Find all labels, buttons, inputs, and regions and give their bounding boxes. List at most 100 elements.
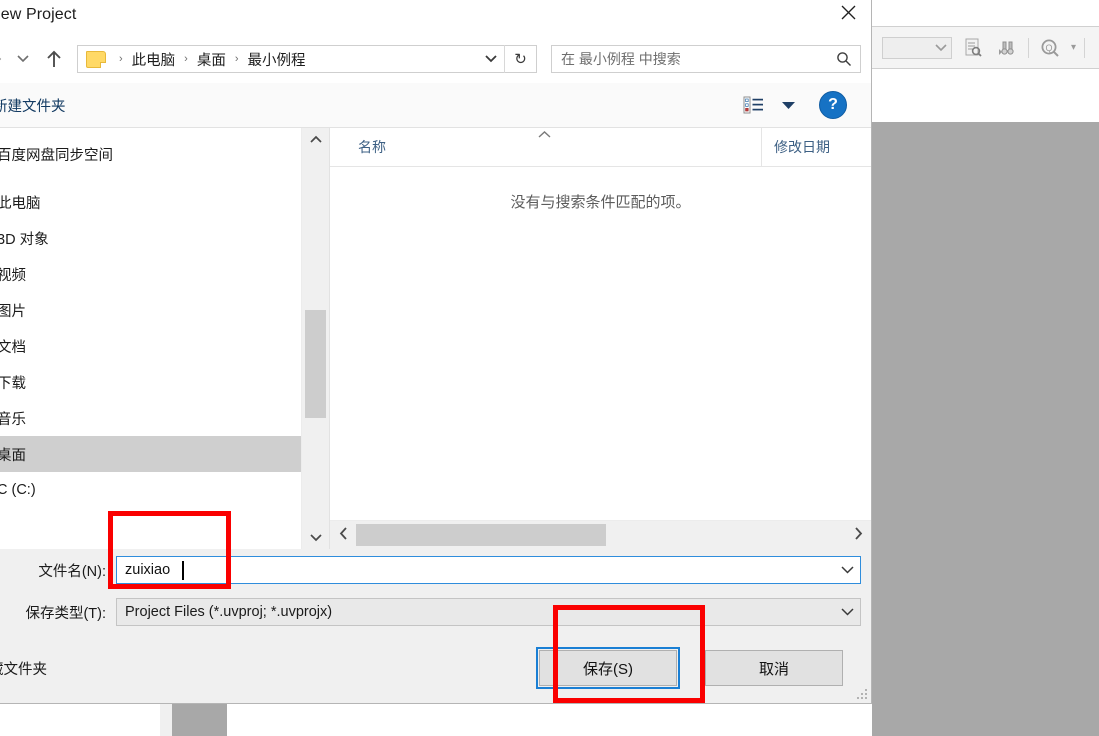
chevron-right-icon [854, 527, 862, 540]
column-header-date[interactable]: 修改日期 [761, 128, 871, 166]
dialog-titlebar: eate New Project [0, 0, 871, 35]
breadcrumb-item-1[interactable]: 桌面 [195, 49, 228, 70]
empty-list-message: 没有与搜索条件匹配的项。 [510, 194, 691, 211]
sidebar-item-label: C (C:) [0, 482, 36, 498]
filename-combo[interactable] [116, 556, 861, 584]
chevron-down-icon [485, 55, 497, 63]
refresh-icon: ↻ [514, 51, 527, 68]
file-list-horizontal-scrollbar[interactable] [330, 520, 871, 549]
document-search-icon[interactable] [960, 35, 986, 61]
search-icon[interactable] [828, 51, 860, 67]
recent-locations-button[interactable] [9, 42, 37, 76]
list-view-icon[interactable] [737, 96, 771, 114]
filetype-label: 保存类型(T): [25, 605, 106, 622]
sidebar-item-3d-objects[interactable]: 3D 对象 [0, 220, 301, 256]
sidebar-item-drive-c[interactable]: C (C:) [0, 472, 301, 508]
filetype-dropdown-button[interactable] [834, 608, 860, 616]
chevron-down-icon [309, 534, 322, 542]
background-panel-divider[interactable] [160, 703, 172, 736]
create-new-project-dialog: eate New Project [0, 0, 872, 704]
column-header-name[interactable]: 名称 [330, 128, 761, 166]
svg-text:Q: Q [1045, 43, 1052, 53]
hscroll-thumb[interactable] [356, 524, 606, 546]
navigation-bar: › 此电脑 › 桌面 › 最小例程 ↻ [0, 35, 871, 83]
background-bottom-workspace [172, 703, 227, 736]
dialog-body: 百度网盘同步空间 此电脑 3D 对象 视频 图片 文档 下载 音乐 桌面 C (… [0, 128, 871, 549]
chevron-down-icon [840, 566, 854, 574]
arrow-up-icon [47, 50, 61, 67]
sidebar-item-downloads[interactable]: 下载 [0, 364, 301, 400]
text-cursor [182, 561, 184, 580]
chevron-down-icon [17, 55, 29, 63]
forward-button[interactable] [0, 42, 9, 76]
debug-binoculars-icon[interactable] [994, 35, 1020, 61]
folder-tree[interactable]: 百度网盘同步空间 此电脑 3D 对象 视频 图片 文档 下载 音乐 桌面 C (… [0, 128, 301, 549]
view-options-dropdown-button[interactable] [771, 101, 805, 110]
scroll-down-button[interactable] [302, 527, 329, 549]
magnifier-dropdown-caret[interactable]: ▾ [1071, 42, 1076, 53]
save-button[interactable]: 保存(S) [536, 647, 680, 689]
breadcrumb-separator-1: › [184, 53, 188, 65]
hide-folders-button[interactable]: 藏文件夹 [0, 658, 47, 679]
up-button[interactable] [37, 42, 71, 76]
dialog-button-row: 藏文件夹 保存(S) 取消 [0, 633, 871, 703]
toolbar-separator [1028, 37, 1029, 58]
dialog-title: eate New Project [0, 6, 77, 23]
sidebar-scrollbar[interactable] [301, 128, 329, 549]
dialog-footer: 文件名(N): 保存类型(T): Project Files (*.uvproj… [0, 549, 871, 703]
close-icon [841, 5, 855, 19]
filename-label: 文件名(N): [38, 563, 106, 580]
background-blank-area [872, 69, 1099, 122]
sidebar-item-label: 音乐 [0, 411, 26, 428]
sidebar-item-documents[interactable]: 文档 [0, 328, 301, 364]
filename-input[interactable] [117, 561, 834, 579]
filename-dropdown-button[interactable] [834, 566, 860, 574]
background-combo-dropdown[interactable] [882, 36, 952, 59]
breadcrumb-separator-0: › [119, 53, 123, 65]
folder-icon [86, 50, 106, 68]
sidebar-item-pictures[interactable]: 图片 [0, 292, 301, 328]
sidebar-item-baidu-sync[interactable]: 百度网盘同步空间 [0, 136, 301, 172]
cancel-button[interactable]: 取消 [705, 650, 843, 686]
background-left-panel [0, 703, 161, 736]
scroll-up-button[interactable] [302, 128, 329, 150]
breadcrumb-dropdown-button[interactable] [478, 46, 504, 72]
sidebar-item-label: 视频 [0, 267, 26, 284]
arrow-right-icon [0, 57, 2, 61]
filetype-row: 保存类型(T): Project Files (*.uvproj; *.uvpr… [0, 591, 871, 633]
close-button[interactable] [825, 0, 871, 29]
help-button[interactable]: ? [819, 91, 847, 119]
sidebar-item-videos[interactable]: 视频 [0, 256, 301, 292]
command-toolbar: 新建文件夹 ? [0, 83, 871, 128]
sidebar-item-label: 桌面 [0, 447, 26, 464]
sidebar-item-music[interactable]: 音乐 [0, 400, 301, 436]
column-header-name-label: 名称 [358, 139, 386, 155]
sidebar-item-desktop[interactable]: 桌面 [0, 436, 301, 472]
refresh-button[interactable]: ↻ [504, 45, 536, 73]
toolbar-separator-2 [1084, 37, 1086, 58]
magnifier-icon[interactable]: Q [1037, 35, 1063, 61]
filename-row: 文件名(N): [0, 549, 871, 591]
breadcrumb-item-2[interactable]: 最小例程 [246, 49, 308, 70]
chevron-up-icon [309, 135, 322, 143]
caret-down-icon [781, 101, 795, 109]
hscroll-track[interactable] [356, 521, 845, 549]
search-box[interactable] [551, 45, 861, 73]
sidebar-item-label: 下载 [0, 375, 26, 392]
breadcrumb-item-0[interactable]: 此电脑 [130, 49, 178, 70]
filetype-combo[interactable]: Project Files (*.uvproj; *.uvprojx) [116, 598, 861, 626]
search-input[interactable] [552, 50, 828, 68]
sidebar-scrollbar-thumb[interactable] [305, 310, 326, 418]
file-list-pane: 名称 修改日期 没有与搜索条件匹配的项。 [330, 128, 871, 549]
breadcrumb-bar[interactable]: › 此电脑 › 桌面 › 最小例程 ↻ [77, 45, 537, 73]
background-workspace [872, 122, 1099, 736]
hscroll-left-button[interactable] [330, 527, 356, 543]
sidebar-item-label: 此电脑 [0, 195, 41, 212]
new-folder-button[interactable]: 新建文件夹 [0, 95, 66, 116]
sidebar-item-this-pc[interactable]: 此电脑 [0, 184, 301, 220]
breadcrumb-separator-2: › [234, 53, 239, 65]
hscroll-right-button[interactable] [845, 527, 871, 543]
sidebar-item-label: 文档 [0, 339, 26, 356]
resize-grip[interactable] [853, 685, 867, 699]
file-list-header: 名称 修改日期 [330, 128, 871, 167]
